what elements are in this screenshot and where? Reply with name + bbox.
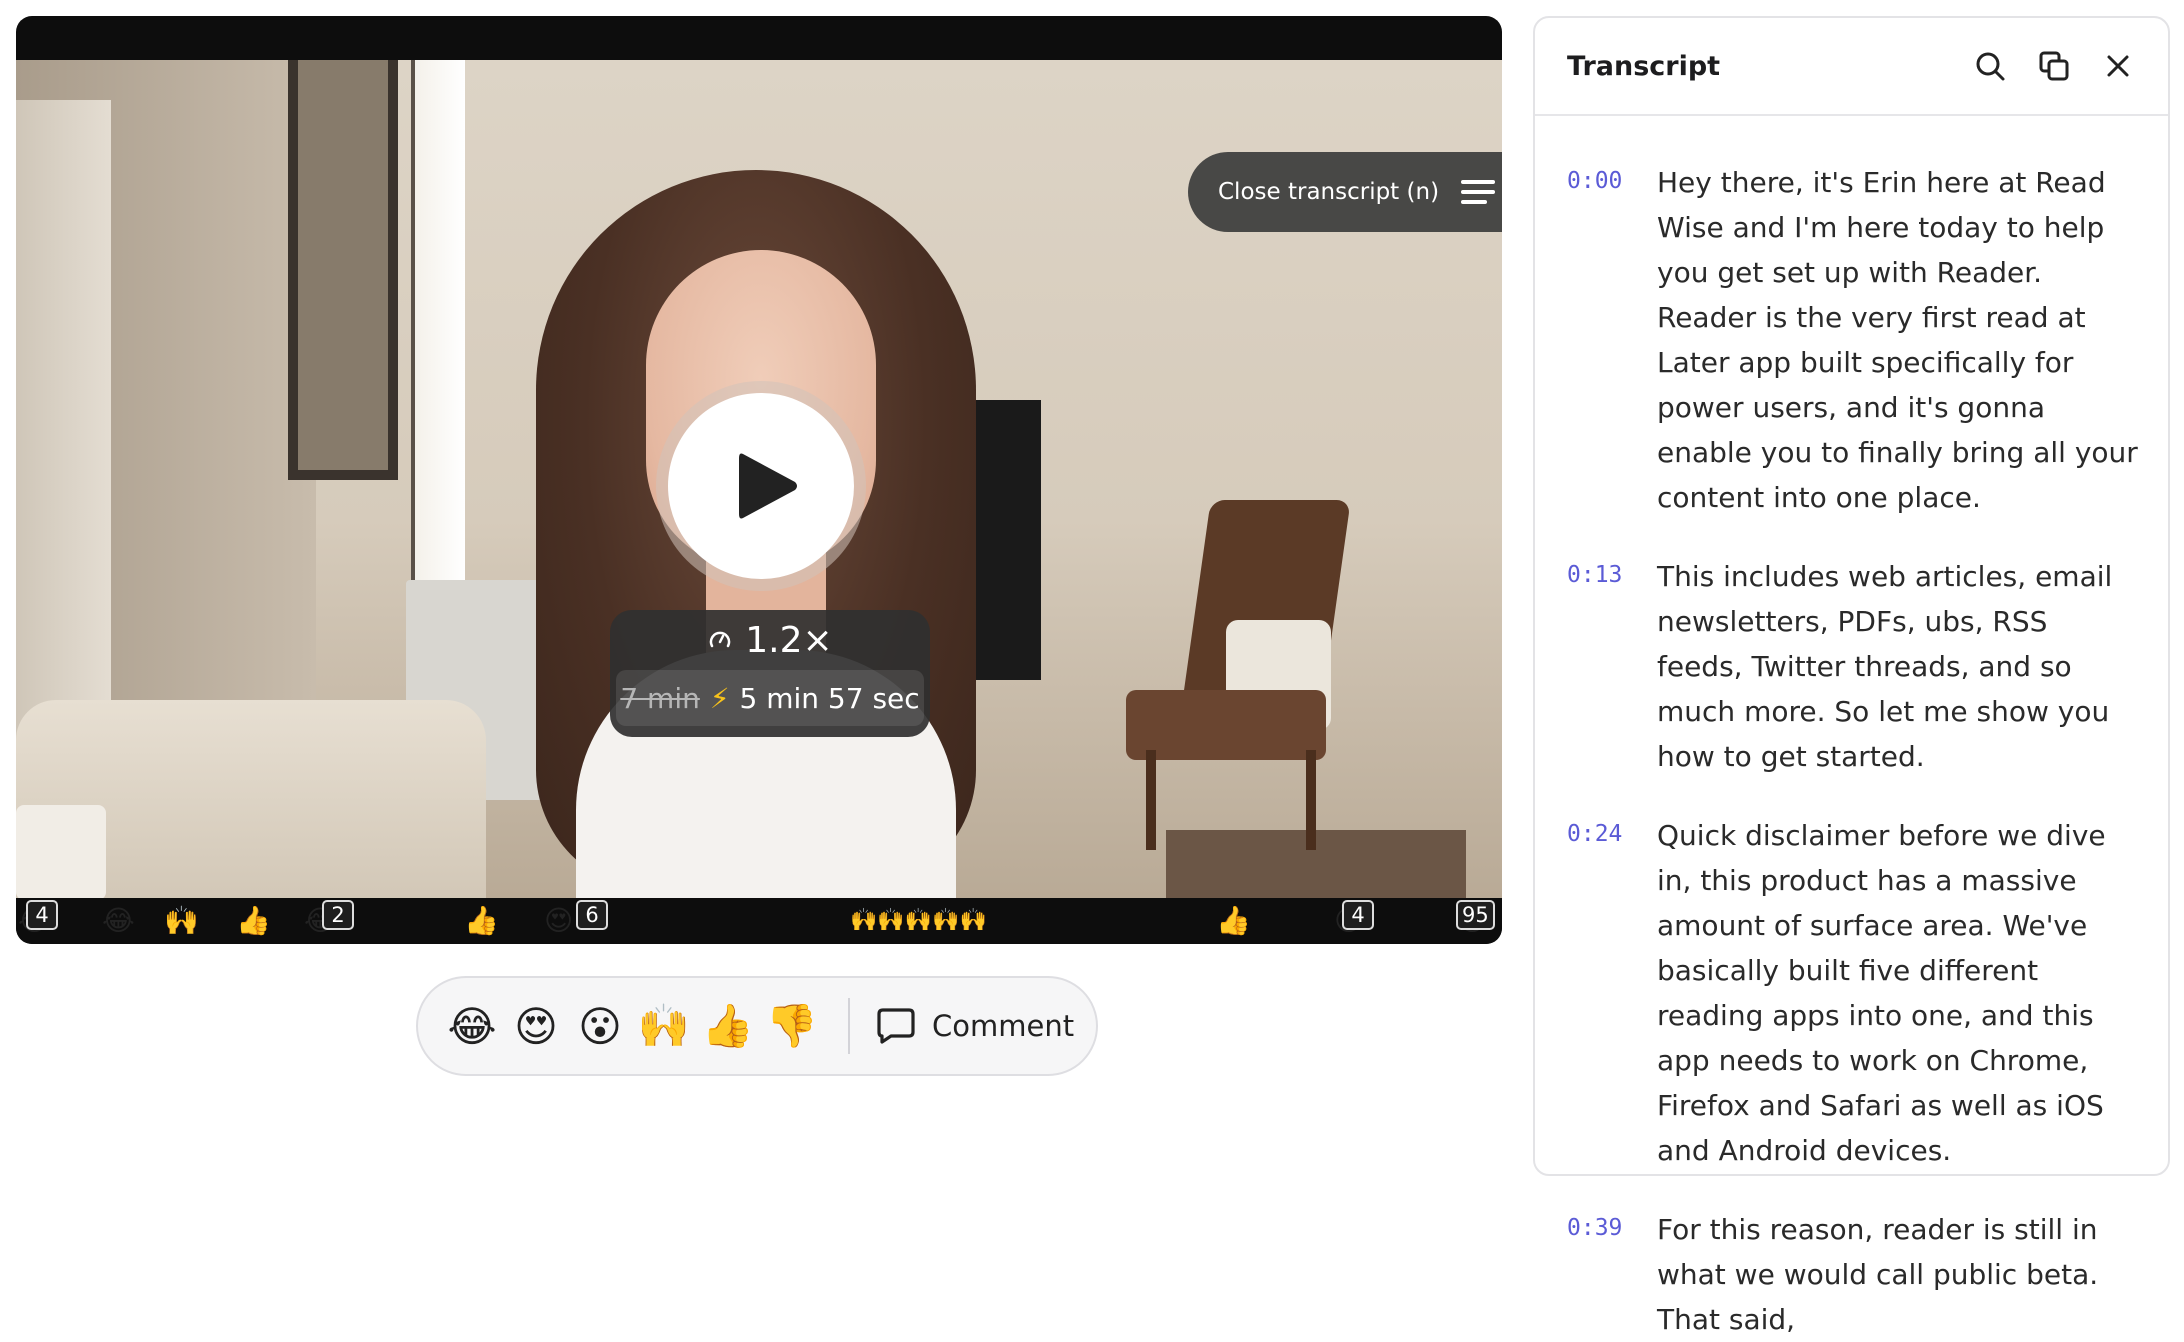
comment-icon	[877, 1008, 915, 1044]
timeline-reaction[interactable]: 😍	[544, 906, 573, 936]
react-celebrate-button[interactable]: 🙌	[632, 1001, 696, 1051]
playback-speed-control[interactable]: 1.2× 7 min ⚡ 5 min 57 sec	[610, 610, 930, 737]
segment-text: For this reason, reader is still in what…	[1657, 1213, 2099, 1336]
copy-icon[interactable]	[2036, 48, 2072, 84]
close-icon[interactable]	[2100, 48, 2136, 84]
reaction-count-badge: 4	[1342, 900, 1374, 930]
divider	[848, 998, 850, 1054]
comment-label: Comment	[932, 1009, 1075, 1043]
timestamp-link[interactable]: 0:24	[1567, 813, 1657, 1173]
timeline-reaction[interactable]: 👍	[464, 906, 499, 936]
play-icon	[739, 453, 797, 519]
scene-door	[16, 100, 111, 800]
reaction-bar: 😂 😍 😮 🙌 👍 👎 Comment	[416, 976, 1098, 1076]
lightning-icon: ⚡	[709, 681, 730, 715]
transcript-segment: 0:39 For this reason, reader is still in…	[1567, 1207, 2140, 1342]
original-duration: 7 min	[620, 681, 700, 715]
speedometer-icon	[710, 631, 731, 648]
timestamp-link[interactable]: 0:13	[1567, 554, 1657, 779]
timeline-reaction[interactable]: 🙌🙌🙌🙌🙌	[850, 906, 987, 936]
comment-button[interactable]: Comment	[876, 1007, 1074, 1045]
react-laugh-button[interactable]: 😂	[440, 1002, 504, 1051]
transcript-segment: 0:13 This includes web articles, email n…	[1567, 554, 2140, 779]
transcript-panel: Transcript 0:00 Hey there, it's Erin her…	[1533, 16, 2170, 1336]
timeline-reaction[interactable]: 👍	[1216, 906, 1251, 936]
scene-chair	[1106, 500, 1356, 850]
play-button[interactable]	[656, 381, 866, 591]
new-duration: 5 min 57 sec	[739, 681, 920, 715]
timeline-reaction[interactable]: 🙌	[164, 906, 199, 936]
video-player[interactable]: Close transcript (n) 1.2× 7 min ⚡ 5 min …	[16, 16, 1502, 944]
transcript-segment: 0:24 Quick disclaimer before we dive in,…	[1567, 813, 2140, 1173]
reaction-timeline[interactable]: 😂 4 😂 🙌 👍 😂 2 👍 😍 6 🙌🙌🙌🙌🙌 👍 😮 4 😂 95	[16, 898, 1502, 944]
segment-text: Hey there, it's Erin here at Read Wise a…	[1657, 166, 2138, 514]
reaction-count-badge: 6	[576, 900, 608, 930]
transcript-header: Transcript	[1535, 18, 2168, 116]
menu-lines-icon	[1461, 180, 1496, 204]
scene-window	[411, 60, 465, 580]
timeline-reaction[interactable]: 👍	[236, 906, 271, 936]
react-wow-button[interactable]: 😮	[568, 1002, 632, 1051]
timestamp-link[interactable]: 0:39	[1567, 1207, 1657, 1342]
scene-mug	[16, 805, 106, 898]
transcript-segment: 0:00 Hey there, it's Erin here at Read W…	[1567, 160, 2140, 520]
reaction-count-badge: 2	[322, 900, 354, 930]
timestamp-link[interactable]: 0:00	[1567, 160, 1657, 520]
close-transcript-label: Close transcript (n)	[1218, 179, 1440, 205]
transcript-body: 0:00 Hey there, it's Erin here at Read W…	[1535, 116, 2168, 1342]
reaction-count-badge: 95	[1456, 900, 1495, 930]
reaction-count-badge: 4	[26, 900, 58, 930]
close-transcript-button[interactable]: Close transcript (n)	[1188, 152, 1502, 232]
react-thumbs-down-button[interactable]: 👎	[760, 1001, 824, 1051]
search-icon[interactable]	[1972, 48, 2008, 84]
segment-text: Quick disclaimer before we dive in, this…	[1657, 819, 2106, 1167]
react-thumbs-up-button[interactable]: 👍	[696, 1001, 760, 1051]
speed-value: 1.2×	[745, 619, 833, 661]
scene-rug	[1166, 830, 1466, 898]
segment-text: This includes web articles, email newsle…	[1657, 560, 2113, 773]
react-love-button[interactable]: 😍	[504, 1002, 568, 1051]
scene-mirror	[288, 60, 398, 480]
transcript-title: Transcript	[1567, 50, 1721, 82]
timeline-reaction[interactable]: 😂	[102, 906, 135, 936]
